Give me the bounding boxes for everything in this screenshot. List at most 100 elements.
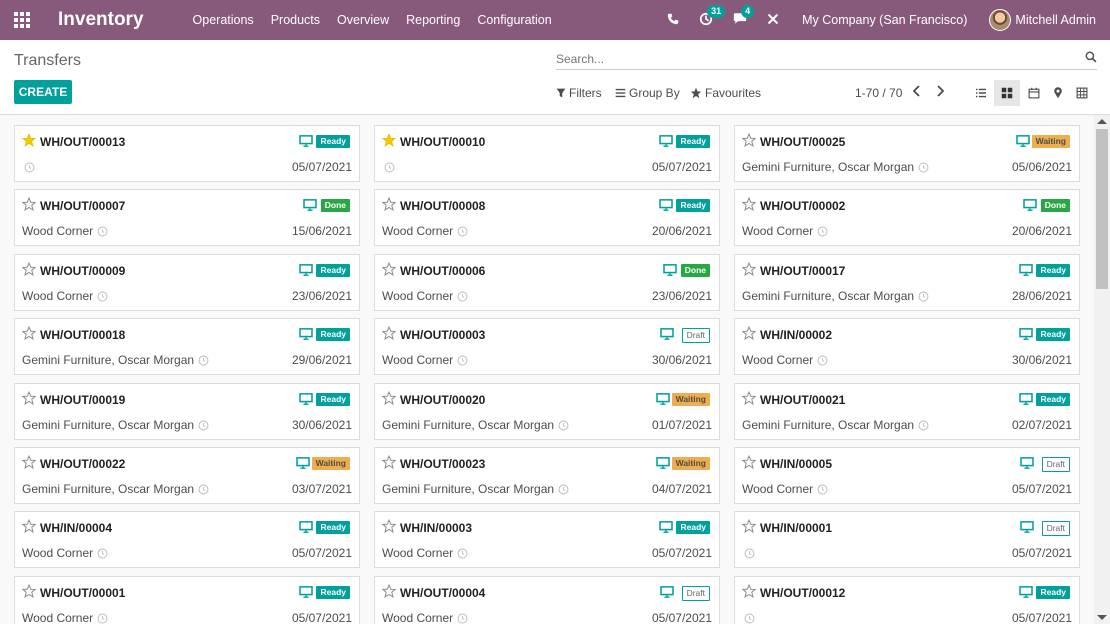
activity-clock-icon[interactable]: [817, 226, 828, 240]
favourites-dropdown[interactable]: Favourites: [690, 86, 761, 100]
pivot-view-icon[interactable]: [1069, 80, 1095, 106]
favorite-star-icon[interactable]: [21, 583, 37, 601]
favorite-star-icon[interactable]: [741, 390, 757, 408]
activity-clock-icon[interactable]: [198, 355, 209, 369]
scroll-up-arrow[interactable]: [1097, 119, 1107, 124]
activity-clock-icon[interactable]: [744, 548, 755, 562]
transfer-card[interactable]: WH/OUT/00008 Ready Wood Corner 20/06/2021: [374, 189, 720, 246]
scroll-down-arrow[interactable]: [1097, 615, 1107, 620]
menu-configuration[interactable]: Configuration: [477, 13, 551, 27]
transfer-card[interactable]: WH/OUT/00021 Ready Gemini Furniture, Oscar…: [734, 383, 1080, 440]
activity-clock-icon[interactable]: [817, 484, 828, 498]
activity-clock-icon[interactable]: [457, 291, 468, 305]
debug-tools-icon[interactable]: [767, 13, 779, 28]
transfer-card[interactable]: WH/OUT/00023 Waiting Gemini Furniture, Osc…: [374, 447, 720, 504]
activity-clock-icon[interactable]: [558, 484, 569, 498]
favorite-star-icon[interactable]: [21, 325, 37, 343]
transfer-card[interactable]: WH/OUT/00007 Done Wood Corner 15/06/2021: [14, 189, 360, 246]
favorite-star-icon[interactable]: [21, 133, 37, 150]
activity-clock-icon[interactable]: [558, 420, 569, 434]
favorite-star-icon[interactable]: [381, 196, 397, 214]
transfer-card[interactable]: WH/OUT/00006 Done Wood Corner 23/06/2021: [374, 254, 720, 311]
company-switcher[interactable]: My Company (San Francisco): [802, 13, 967, 27]
activity-clock-icon[interactable]: [817, 355, 828, 369]
vertical-scrollbar[interactable]: [1094, 115, 1110, 624]
activity-clock-icon[interactable]: [918, 162, 929, 176]
transfer-card[interactable]: WH/IN/00003 Ready Wood Corner 05/07/2021: [374, 511, 720, 568]
user-avatar[interactable]: [989, 9, 1012, 31]
transfer-card[interactable]: WH/IN/00001 Draft 05/07/2021: [734, 511, 1080, 568]
filters-dropdown[interactable]: Filters: [556, 86, 602, 100]
activity-clock-icon[interactable]: [457, 613, 468, 624]
activity-clock-icon[interactable]: [457, 226, 468, 240]
activity-clock-icon[interactable]: [97, 226, 108, 240]
favorite-star-icon[interactable]: [741, 196, 757, 214]
transfer-card[interactable]: WH/OUT/00010 Ready 05/07/2021: [374, 125, 720, 182]
favorite-star-icon[interactable]: [381, 454, 397, 472]
favorite-star-icon[interactable]: [381, 390, 397, 408]
transfer-card[interactable]: WH/OUT/00018 Ready Gemini Furniture, Oscar…: [14, 318, 360, 375]
activity-clock-icon[interactable]: [198, 484, 209, 498]
kanban-view-icon[interactable]: [994, 80, 1020, 106]
favorite-star-icon[interactable]: [381, 325, 397, 343]
favorite-star-icon[interactable]: [381, 133, 397, 150]
search-icon[interactable]: [1085, 51, 1097, 66]
search-input[interactable]: [556, 50, 1076, 68]
activity-clock-icon[interactable]: [744, 613, 755, 624]
favorite-star-icon[interactable]: [21, 390, 37, 408]
phone-icon[interactable]: [667, 13, 679, 28]
apps-menu-icon[interactable]: [14, 12, 30, 28]
menu-operations[interactable]: Operations: [193, 13, 254, 27]
activity-clock-icon[interactable]: [97, 291, 108, 305]
favorite-star-icon[interactable]: [741, 518, 757, 536]
transfer-card[interactable]: WH/OUT/00020 Waiting Gemini Furniture, Osc…: [374, 383, 720, 440]
favorite-star-icon[interactable]: [21, 454, 37, 472]
menu-products[interactable]: Products: [271, 13, 320, 27]
pager-previous-icon[interactable]: [912, 84, 922, 101]
activity-clock-icon[interactable]: 31: [699, 4, 726, 29]
transfer-card[interactable]: WH/OUT/00001 Ready Wood Corner 05/07/2021: [14, 576, 360, 624]
activity-clock-icon[interactable]: [97, 613, 108, 624]
transfer-card[interactable]: WH/OUT/00022 Waiting Gemini Furniture, Osc…: [14, 447, 360, 504]
activity-clock-icon[interactable]: [97, 548, 108, 562]
transfer-card[interactable]: WH/OUT/00025 Waiting Gemini Furniture, Osc…: [734, 125, 1080, 182]
transfer-card[interactable]: WH/IN/00004 Ready Wood Corner 05/07/2021: [14, 511, 360, 568]
favorite-star-icon[interactable]: [741, 454, 757, 472]
transfer-card[interactable]: WH/OUT/00004 Draft Wood Corner 05/07/2021: [374, 576, 720, 624]
menu-overview[interactable]: Overview: [337, 13, 389, 27]
menu-reporting[interactable]: Reporting: [406, 13, 460, 27]
pager-value[interactable]: 1-70 / 70: [855, 86, 902, 100]
transfer-card[interactable]: WH/OUT/00003 Draft Wood Corner 30/06/2021: [374, 318, 720, 375]
favorite-star-icon[interactable]: [21, 261, 37, 279]
activity-clock-icon[interactable]: [384, 162, 395, 176]
scroll-thumb[interactable]: [1096, 129, 1108, 289]
transfer-card[interactable]: WH/OUT/00013 Ready 05/07/2021: [14, 125, 360, 182]
activity-clock-icon[interactable]: [918, 291, 929, 305]
transfer-card[interactable]: WH/OUT/00017 Ready Gemini Furniture, Oscar…: [734, 254, 1080, 311]
activity-clock-icon[interactable]: [457, 355, 468, 369]
favorite-star-icon[interactable]: [21, 518, 37, 536]
transfer-card[interactable]: WH/OUT/00019 Ready Gemini Furniture, Oscar…: [14, 383, 360, 440]
list-view-icon[interactable]: [968, 80, 994, 106]
calendar-view-icon[interactable]: [1021, 80, 1047, 106]
favorite-star-icon[interactable]: [381, 261, 397, 279]
activity-clock-icon[interactable]: [198, 420, 209, 434]
messages-icon[interactable]: 4: [733, 5, 755, 28]
activity-clock-icon[interactable]: [918, 420, 929, 434]
user-menu[interactable]: Mitchell Admin: [1015, 13, 1096, 27]
activity-clock-icon[interactable]: [457, 548, 468, 562]
transfer-card[interactable]: WH/IN/00005 Draft Wood Corner 05/07/2021: [734, 447, 1080, 504]
favorite-star-icon[interactable]: [381, 583, 397, 601]
map-view-icon[interactable]: [1045, 80, 1071, 106]
favorite-star-icon[interactable]: [741, 325, 757, 343]
pager-next-icon[interactable]: [935, 84, 945, 101]
activity-clock-icon[interactable]: [24, 162, 35, 176]
transfer-card[interactable]: WH/OUT/00009 Ready Wood Corner 23/06/2021: [14, 254, 360, 311]
create-button[interactable]: CREATE: [14, 80, 72, 104]
transfer-card[interactable]: WH/OUT/00012 Ready 05/07/2021: [734, 576, 1080, 624]
transfer-card[interactable]: WH/OUT/00002 Done Wood Corner 20/06/2021: [734, 189, 1080, 246]
favorite-star-icon[interactable]: [741, 132, 757, 150]
groupby-dropdown[interactable]: Group By: [615, 86, 680, 100]
transfer-card[interactable]: WH/IN/00002 Ready Wood Corner 30/06/2021: [734, 318, 1080, 375]
app-brand[interactable]: Inventory: [58, 9, 144, 31]
